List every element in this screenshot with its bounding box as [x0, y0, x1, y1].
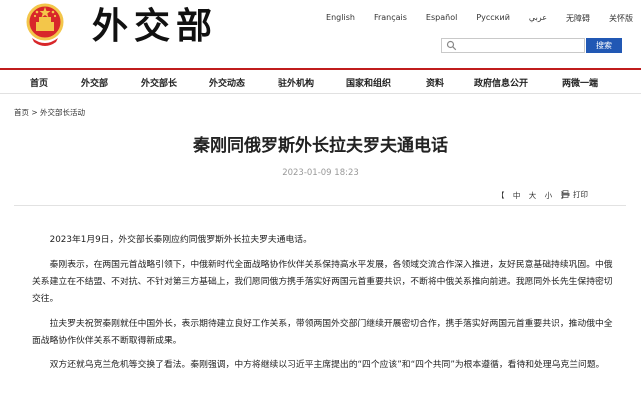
search-input[interactable] [441, 38, 585, 53]
language-switcher: English Français Español Русский عربي 无障… [307, 13, 633, 24]
accessibility-link[interactable]: 无障碍 [566, 13, 590, 24]
font-size-small[interactable]: 小 [545, 191, 553, 200]
nav-government-info[interactable]: 政府信息公开 [474, 76, 528, 89]
bracket-open: 【 [497, 191, 505, 200]
site-header: 外交部 English Français Español Русский عرب… [0, 0, 641, 68]
nav-foreign-minister[interactable]: 外交部长 [141, 76, 177, 89]
article-paragraph: 双方还就乌克兰危机等交换了看法。秦刚强调，中方将继续以习近平主席提出的“四个应该… [49, 360, 605, 370]
search-icon [446, 40, 457, 51]
lang-spanish[interactable]: Español [426, 13, 457, 24]
content-divider [14, 205, 626, 206]
lang-french[interactable]: Français [374, 13, 407, 24]
nav-diplomatic-news[interactable]: 外交动态 [209, 76, 245, 89]
print-label: 打印 [573, 190, 588, 199]
breadcrumb[interactable]: 首页 > 外交部长活动 [14, 107, 85, 118]
main-nav: 首页 外交部 外交部长 外交动态 驻外机构 国家和组织 资料 政府信息公开 两微… [0, 68, 641, 94]
ministry-logo-text[interactable]: 外交部 [92, 4, 212, 48]
article-paragraph: 2023年1月9日，外交部长秦刚应约同俄罗斯外长拉夫罗夫通电话。 [49, 235, 312, 245]
lang-english[interactable]: English [326, 13, 355, 24]
nav-resources[interactable]: 资料 [426, 76, 444, 89]
nav-home[interactable]: 首页 [30, 76, 48, 89]
nav-countries-organizations[interactable]: 国家和组织 [346, 76, 391, 89]
lang-russian[interactable]: Русский [476, 13, 510, 24]
font-size-large[interactable]: 大 [529, 191, 537, 200]
lang-arabic[interactable]: عربي [529, 13, 547, 24]
font-size-medium[interactable]: 中 [513, 191, 521, 200]
article-date: 2023-01-09 18:23 [282, 168, 359, 178]
article-title: 秦刚同俄罗斯外长拉夫罗夫通电话 [193, 136, 448, 156]
print-button[interactable]: 打印 [561, 189, 588, 200]
article-paragraph: 秦刚表示，在两国元首战略引领下，中俄新时代全面战略协作伙伴关系保持高水平发展，各… [32, 260, 613, 304]
national-emblem-icon[interactable] [26, 2, 64, 48]
nav-missions-abroad[interactable]: 驻外机构 [278, 76, 314, 89]
nav-social-media[interactable]: 两微一端 [562, 76, 598, 89]
search-button[interactable]: 搜索 [586, 38, 622, 53]
care-mode-link[interactable]: 关怀版 [609, 13, 633, 24]
print-icon [561, 190, 570, 198]
article-paragraph: 拉夫罗夫祝贺秦刚就任中国外长，表示期待建立良好工作关系，带领两国外交部门继续开展… [32, 319, 613, 346]
nav-ministry[interactable]: 外交部 [81, 76, 108, 89]
